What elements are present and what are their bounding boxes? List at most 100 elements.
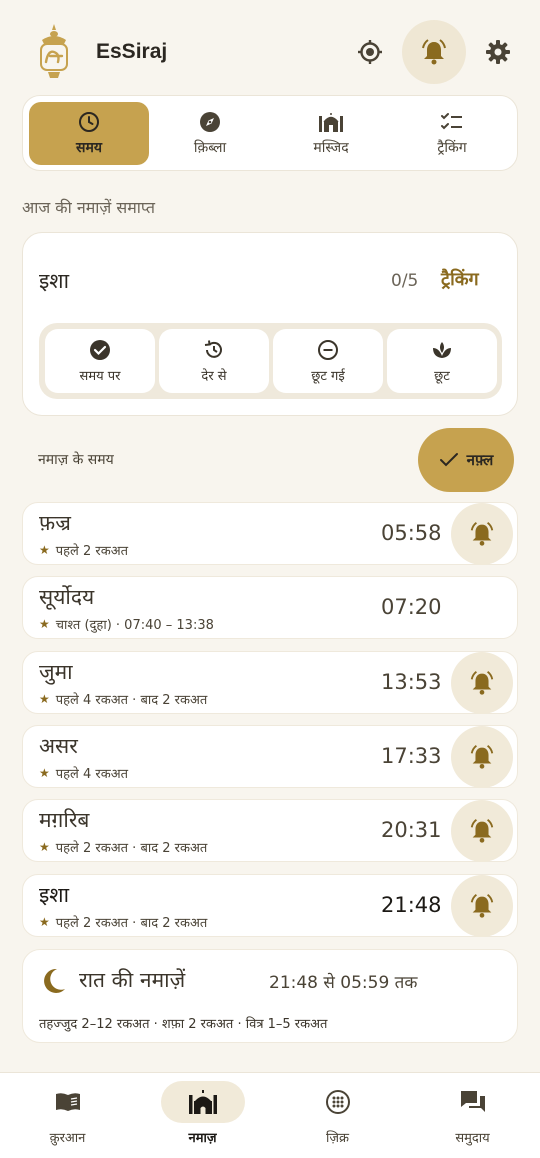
location-button[interactable]: [350, 32, 390, 72]
prayer-name: असर: [39, 734, 78, 758]
tasbih-icon: [325, 1090, 350, 1114]
prayer-alarm-button[interactable]: [451, 800, 513, 862]
checklist-icon: [441, 112, 462, 129]
check-icon: [439, 453, 458, 467]
history-icon: [204, 339, 222, 358]
app-header: EsSiraj: [0, 0, 540, 100]
app-title: EsSiraj: [96, 40, 168, 63]
prayer-alarm-button[interactable]: [451, 503, 513, 565]
mosque-icon: [188, 1090, 217, 1114]
prayer-rakat-info: ★ पहले 2 रकअत · बाद 2 रकअत: [39, 838, 207, 856]
prayer-name: जुमा: [39, 660, 73, 684]
nav-label: समुदाय: [455, 1131, 490, 1146]
clock-icon: [79, 111, 99, 132]
tab-qibla[interactable]: क़िब्ला: [150, 102, 270, 165]
prayer-status-options: समय पर देर से छूट गई छूट: [39, 323, 502, 399]
status-label: समय पर: [79, 368, 121, 384]
prayer-time: 20:31: [381, 818, 442, 842]
nav-zikr[interactable]: ज़िक्र: [270, 1081, 405, 1151]
prayer-row[interactable]: असर ★ पहले 4 रकअत 17:33: [22, 725, 518, 788]
app-logo: [32, 22, 76, 82]
nav-label: नमाज़: [188, 1131, 217, 1146]
night-prayers-card[interactable]: रात की नमाज़ें 21:48 से 05:59 तक तहज्जुद…: [22, 949, 518, 1043]
bell-ring-icon: [470, 745, 494, 769]
star-icon: ★: [39, 543, 50, 557]
bell-ring-icon: [470, 522, 494, 546]
tracking-link[interactable]: ट्रैकिंग: [441, 267, 479, 291]
bell-ring-icon: [470, 671, 494, 695]
prayer-row[interactable]: जुमा ★ पहले 4 रकअत · बाद 2 रकअत 13:53: [22, 651, 518, 714]
prayer-row[interactable]: मग़रिब ★ पहले 2 रकअत · बाद 2 रकअत 20:31: [22, 799, 518, 862]
prayer-subtitle: पहले 2 रकअत · बाद 2 रकअत: [55, 916, 208, 931]
current-prayer-name: इशा: [39, 269, 70, 293]
chat-icon: [460, 1091, 485, 1112]
bell-ring-icon: [422, 39, 446, 65]
prayer-row[interactable]: सूर्योदय ★ चाश्त (दुहा) · 07:40 – 13:38 07:…: [22, 576, 518, 639]
prayer-rakat-info: ★ पहले 4 रकअत · बाद 2 रकअत: [39, 690, 207, 708]
my-location-icon: [358, 40, 382, 64]
prayer-subtitle: चाश्त (दुहा) · 07:40 – 13:38: [55, 618, 214, 633]
check-circle-icon: [90, 339, 110, 360]
prayer-subtitle: पहले 4 रकअत: [55, 767, 129, 782]
nav-quran[interactable]: क़ुरआन: [0, 1081, 135, 1151]
tab-label: समय: [76, 139, 102, 156]
prayer-name: फ़ज्र: [39, 511, 71, 535]
bell-ring-icon: [470, 894, 494, 918]
prayer-time: 07:20: [381, 595, 442, 619]
prayer-alarm-button[interactable]: [451, 726, 513, 788]
nav-label: ज़िक्र: [326, 1131, 349, 1146]
prayer-times-heading: नमाज़ के समय: [38, 452, 114, 468]
compass-icon: [200, 111, 220, 132]
prayer-tracking-card: इशा 0/5 ट्रैकिंग समय पर देर से छूट गई छू…: [22, 232, 518, 416]
prayer-subtitle: पहले 2 रकअत · बाद 2 रकअत: [55, 841, 208, 856]
tab-tracking[interactable]: ट्रैकिंग: [392, 102, 512, 165]
prayer-time: 21:48: [381, 893, 442, 917]
status-label: छूट: [434, 368, 450, 384]
day-status-text: आज की नमाज़ें समाप्त: [22, 198, 155, 217]
prayer-row[interactable]: फ़ज्र ★ पहले 2 रकअत 05:58: [22, 502, 518, 565]
prayer-count: 0/5: [391, 271, 419, 291]
nafl-button[interactable]: नफ़्ल: [418, 428, 514, 492]
prayer-name: सूर्योदय: [39, 585, 95, 609]
tab-mosque[interactable]: मस्जिद: [271, 102, 391, 165]
prayer-rakat-info: ★ चाश्त (दुहा) · 07:40 – 13:38: [39, 615, 214, 633]
tab-time[interactable]: समय: [29, 102, 149, 165]
prayer-time: 13:53: [381, 670, 442, 694]
prayer-alarm-button[interactable]: [451, 652, 513, 714]
status-on-time-button[interactable]: समय पर: [45, 329, 155, 393]
tab-label: ट्रैकिंग: [437, 139, 467, 156]
nav-community[interactable]: समुदाय: [405, 1081, 540, 1151]
prayer-rakat-info: ★ पहले 2 रकअत: [39, 541, 128, 559]
book-icon: [55, 1093, 80, 1111]
top-tabs: समय क़िब्ला मस्जिद ट्रैकिंग: [22, 95, 518, 171]
prayer-row[interactable]: इशा ★ पहले 2 रकअत · बाद 2 रकअत 21:48: [22, 874, 518, 937]
status-label: छूट गई: [311, 368, 345, 384]
star-icon: ★: [39, 617, 50, 631]
prayer-alarm-button[interactable]: [451, 875, 513, 937]
tab-label: क़िब्ला: [193, 139, 227, 156]
status-late-button[interactable]: देर से: [159, 329, 269, 393]
prayer-time: 05:58: [381, 521, 442, 545]
prayer-time: 17:33: [381, 744, 442, 768]
status-excused-button[interactable]: छूट: [387, 329, 497, 393]
prayer-name: इशा: [39, 883, 70, 907]
minus-circle-icon: [318, 339, 338, 360]
prayer-subtitle: पहले 4 रकअत · बाद 2 रकअत: [55, 693, 208, 708]
nav-label: क़ुरआन: [49, 1131, 86, 1146]
prayer-name: मग़रिब: [39, 808, 90, 832]
status-label: देर से: [201, 368, 227, 384]
notifications-button[interactable]: [402, 20, 466, 84]
lotus-icon: [433, 341, 451, 358]
night-prayers-range: 21:48 से 05:59 तक: [269, 973, 418, 993]
star-icon: ★: [39, 915, 50, 929]
nav-prayer[interactable]: नमाज़: [135, 1081, 270, 1151]
tab-label: मस्जिद: [313, 139, 349, 156]
bottom-navigation: क़ुरआन नमाज़ ज़िक्र समुदाय: [0, 1072, 540, 1158]
gear-icon: [486, 40, 510, 64]
settings-button[interactable]: [478, 32, 518, 72]
star-icon: ★: [39, 840, 50, 854]
nafl-label: नफ़्ल: [466, 451, 494, 469]
star-icon: ★: [39, 766, 50, 780]
status-missed-button[interactable]: छूट गई: [273, 329, 383, 393]
moon-icon: [44, 968, 65, 993]
